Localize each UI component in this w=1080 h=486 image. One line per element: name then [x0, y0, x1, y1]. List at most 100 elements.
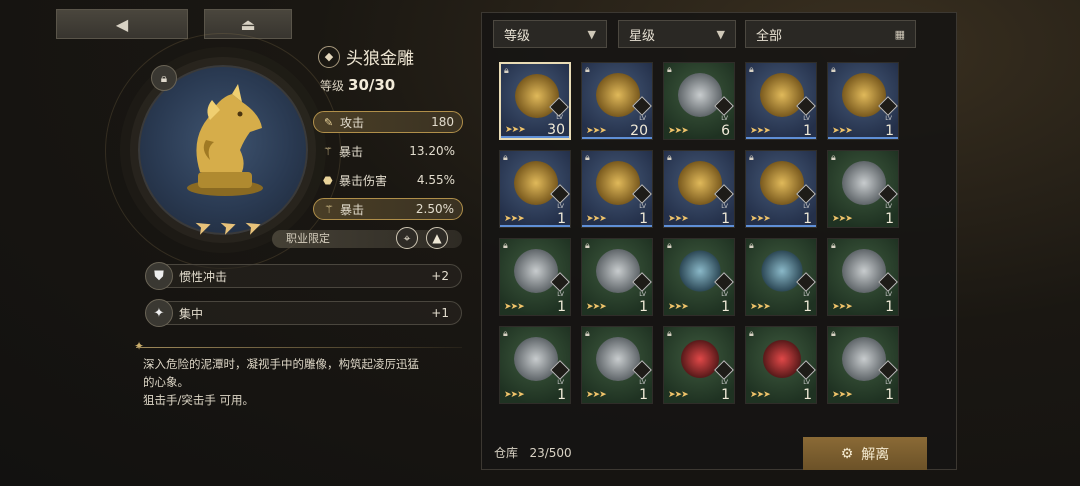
level-tag: LV: [639, 203, 646, 210]
item-thumbnail: [596, 161, 640, 205]
inventory-item[interactable]: 🔒︎ ➤➤➤ LV 1: [745, 238, 817, 316]
inventory-item[interactable]: 🔒︎ ➤➤➤ LV 20: [581, 62, 653, 140]
inventory-item[interactable]: 🔒︎ ➤➤➤ LV 1: [581, 326, 653, 404]
star-rating: ➤ ➤ ➤: [191, 212, 264, 240]
item-level: 30: [547, 122, 565, 138]
star-icons: ➤➤➤: [586, 126, 607, 136]
lock-icon: 🔒︎: [667, 329, 672, 339]
item-level: 1: [803, 211, 812, 227]
level-label: 等级: [320, 79, 345, 93]
level-tag: LV: [639, 379, 646, 386]
home-icon: ⏏: [240, 14, 256, 34]
stat-row: ⚚ 暴击 2.50%: [313, 198, 463, 220]
dismantle-button[interactable]: ⚙ 解离: [803, 437, 927, 470]
inventory-item[interactable]: 🔒︎ ➤➤➤ LV 1: [499, 238, 571, 316]
item-thumbnail: [760, 161, 804, 205]
inventory-item[interactable]: 🔒︎ ➤➤➤ LV 1: [827, 62, 899, 140]
divider-star-icon: ✦: [134, 339, 145, 353]
inventory-item[interactable]: 🔒︎ ➤➤➤ LV 1: [745, 150, 817, 228]
level-tag: LV: [803, 379, 810, 386]
level-tag: LV: [803, 115, 810, 122]
inventory-item[interactable]: 🔒︎ ➤➤➤ LV 1: [827, 238, 899, 316]
crit-damage-icon: ⬣: [323, 173, 333, 187]
lock-icon: 🔒︎: [585, 241, 590, 251]
skill-name: 集中: [179, 306, 204, 321]
inventory-item[interactable]: 🔒︎ ➤➤➤ LV 1: [581, 238, 653, 316]
item-thumbnail: [678, 161, 722, 205]
skill-value: +1: [431, 306, 449, 320]
level-tag: LV: [556, 114, 563, 121]
category-filter-dropdown[interactable]: 全部 ▦: [745, 20, 916, 48]
item-level: 1: [885, 387, 894, 403]
level-tag: LV: [557, 379, 564, 386]
assault-class-icon[interactable]: ▲: [426, 227, 448, 249]
star-icons: ➤➤➤: [668, 214, 689, 224]
star-icons: ➤➤➤: [586, 390, 607, 400]
skill-value: +2: [431, 269, 449, 283]
storage-value: 23/500: [529, 446, 572, 460]
shield-icon: ⛊: [145, 262, 173, 290]
star-icons: ➤➤➤: [586, 302, 607, 312]
star-icons: ➤➤➤: [504, 214, 525, 224]
inventory-item[interactable]: 🔒︎ ➤➤➤ LV 6: [663, 62, 735, 140]
skill-row[interactable]: ⛊ 惯性冲击 +2: [145, 262, 462, 290]
item-thumbnail: [842, 337, 886, 381]
skill-row[interactable]: ✦ 集中 +1: [145, 299, 462, 327]
lock-icon: 🔒︎: [749, 241, 754, 251]
item-level: 1: [721, 299, 730, 315]
description-line: 深入危险的泥潭时，凝视手中的雕像，构筑起凌厉迅猛: [143, 357, 419, 371]
skill-name: 惯性冲击: [179, 269, 228, 284]
lock-icon: 🔒︎: [749, 329, 754, 339]
inventory-item[interactable]: 🔒︎ ➤➤➤ LV 1: [499, 326, 571, 404]
inventory-item[interactable]: 🔒︎ ➤➤➤ LV 1: [663, 326, 735, 404]
star-icons: ➤➤➤: [750, 126, 771, 136]
star-icons: ➤➤➤: [504, 390, 525, 400]
star-icons: ➤➤➤: [832, 126, 853, 136]
stat-row: ✎ 攻击 180: [313, 111, 463, 133]
description-line: 的心象。: [143, 375, 189, 389]
inventory-item[interactable]: 🔒︎ ➤➤➤ LV 1: [827, 150, 899, 228]
item-level: 1: [721, 387, 730, 403]
level-tag: LV: [557, 291, 564, 298]
stat-value: 13.20%: [409, 144, 455, 158]
stars-filter-dropdown[interactable]: 星级 ▼: [618, 20, 736, 48]
inventory-item[interactable]: 🔒︎ ➤➤➤ LV 1: [663, 238, 735, 316]
lock-icon: 🔒︎: [749, 153, 754, 163]
star-icons: ➤➤➤: [504, 302, 525, 312]
item-level: 1: [557, 387, 566, 403]
stat-row: ⬣ 暴击伤害 4.55%: [313, 169, 463, 191]
item-level: 20: [630, 123, 648, 139]
lock-toggle-button[interactable]: 🔒︎: [151, 65, 177, 91]
star-icons: ➤➤➤: [832, 390, 853, 400]
inventory-item[interactable]: 🔒︎ ➤➤➤ LV 1: [663, 150, 735, 228]
grid-icon: ▦: [894, 27, 905, 41]
inventory-item[interactable]: 🔒︎ ➤➤➤ LV 1: [745, 326, 817, 404]
item-thumbnail: [760, 73, 804, 117]
level-tag: LV: [803, 203, 810, 210]
item-thumbnail: [514, 337, 558, 381]
item-level: 1: [639, 299, 648, 315]
star-icons: ➤➤➤: [750, 390, 771, 400]
item-level: 1: [885, 123, 894, 139]
sparkle-icon: ✦: [145, 299, 173, 327]
item-level: 等级 30/30: [320, 76, 395, 94]
star-icons: ➤➤➤: [668, 126, 689, 136]
stat-value: 180: [431, 115, 454, 129]
level-filter-dropdown[interactable]: 等级 ▼: [493, 20, 607, 48]
item-level: 1: [803, 299, 812, 315]
item-level: 1: [557, 211, 566, 227]
inventory-item[interactable]: 🔒︎ ➤➤➤ LV 1: [581, 150, 653, 228]
inventory-item[interactable]: 🔒︎ ➤➤➤ LV 1: [745, 62, 817, 140]
item-title: ◆ 头狼金雕: [318, 44, 414, 69]
item-level: 1: [639, 211, 648, 227]
item-level: 1: [803, 387, 812, 403]
sniper-class-icon[interactable]: ⌖: [396, 227, 418, 249]
inventory-item[interactable]: 🔒︎ ➤➤➤ LV 1: [827, 326, 899, 404]
item-level: 1: [639, 387, 648, 403]
star-icons: ➤➤➤: [668, 390, 689, 400]
filter-label: 全部: [756, 28, 783, 44]
back-button[interactable]: ◀: [56, 9, 188, 39]
inventory-item[interactable]: 🔒︎ ➤➤➤ LV 1: [499, 150, 571, 228]
lock-icon: 🔒︎: [585, 153, 590, 163]
inventory-item[interactable]: 🔒︎ ➤➤➤ LV 30: [499, 62, 571, 140]
